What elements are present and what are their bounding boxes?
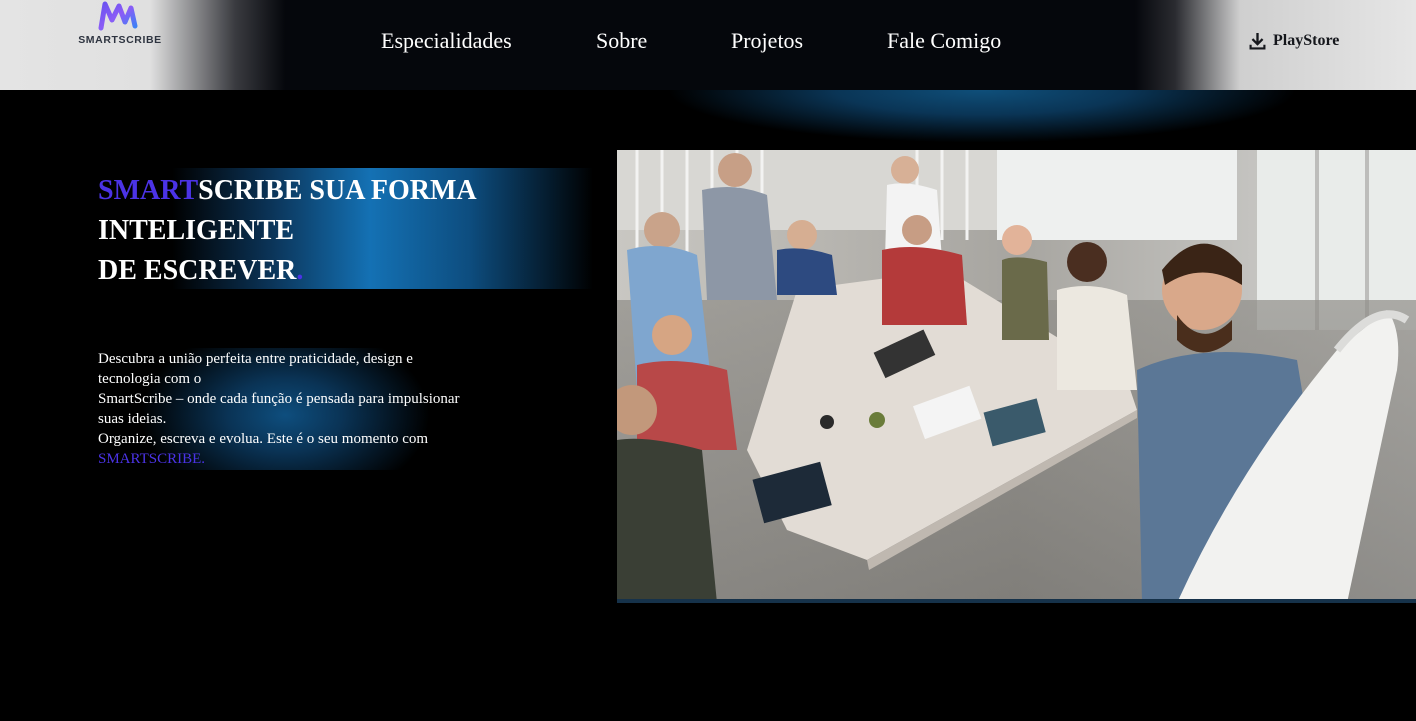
hero-description-brand: SMARTSCRIBE. (98, 451, 206, 467)
hero-description-line1: Descubra a união perfeita entre praticid… (98, 351, 413, 387)
main-nav: Especialidades Sobre Projetos Fale Comig… (0, 0, 1416, 90)
hero-title-line1: SCRIBE SUA FORMA (198, 175, 477, 206)
team-meeting-illustration (617, 150, 1416, 599)
hero-title-line2: INTELIGENTE (98, 215, 295, 246)
hero-title: SMARTSCRIBE SUA FORMA INTELIGENTE DE ESC… (98, 171, 578, 291)
hero-description-line2: SmartScribe – onde cada função é pensada… (98, 391, 460, 427)
nav-item-especialidades[interactable]: Especialidades (381, 28, 512, 54)
hero-title-accent: SMART (98, 175, 199, 206)
hero-description-line3: Organize, escreva e evolua. Este é o seu… (98, 431, 429, 447)
nav-item-projetos[interactable]: Projetos (731, 28, 803, 54)
download-icon (1249, 32, 1266, 49)
playstore-download-button[interactable]: PlayStore (1249, 32, 1339, 50)
site-header: SMARTSCRIBE Especialidades Sobre Projeto… (0, 0, 1416, 90)
hero-description: Descubra a união perfeita entre praticid… (98, 349, 468, 469)
hero-title-dot: . (296, 255, 304, 286)
playstore-label: PlayStore (1273, 32, 1340, 49)
hero-title-line3: DE ESCREVER (98, 255, 297, 286)
nav-item-sobre[interactable]: Sobre (596, 28, 647, 54)
hero-photo-team-meeting (617, 150, 1416, 603)
nav-item-fale-comigo[interactable]: Fale Comigo (887, 28, 1001, 54)
